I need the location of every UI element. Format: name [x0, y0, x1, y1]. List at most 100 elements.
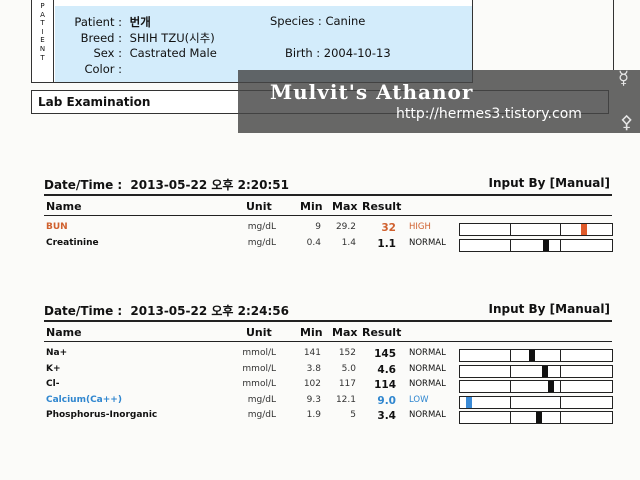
test-name: BUN: [46, 222, 68, 232]
result-row: BUN mg/dL 9 29.2 32 HIGH: [44, 222, 613, 237]
sex-label: Sex :: [93, 46, 122, 60]
gauge-divider: [510, 365, 511, 377]
header-name: Name: [46, 200, 82, 213]
patient-side-letter: P: [40, 2, 45, 10]
header-max: Max: [332, 326, 358, 339]
test-unit: mmol/L: [242, 348, 276, 358]
test-max: 1.4: [341, 237, 356, 248]
result-row: Calcium(Ca++) mg/dL 9.3 12.1 9.0 LOW: [44, 394, 613, 410]
test-flag: HIGH: [409, 222, 431, 232]
test-result: 3.4: [377, 410, 396, 422]
patient-side-letter: T: [40, 19, 45, 28]
gauge-divider: [560, 350, 561, 361]
test-min: 0.4: [306, 237, 321, 248]
range-gauge: [459, 380, 613, 393]
test-flag: LOW: [409, 394, 429, 405]
header-divider: [44, 341, 612, 342]
test-unit: mg/dL: [247, 394, 276, 405]
result-row: Na+ mmol/L 141 152 145 NORMAL: [44, 348, 613, 363]
patient-side-letter: E: [40, 36, 45, 45]
watermark-url: http://hermes3.tistory.com: [396, 106, 582, 122]
test-min: 9.3: [306, 394, 321, 405]
test-unit: mg/dL: [247, 410, 276, 420]
gauge-divider: [510, 350, 511, 361]
datetime-label: Date/Time :: [44, 178, 123, 192]
patient-side-letter: A: [40, 10, 45, 19]
test-min: 102: [303, 379, 321, 389]
patient-side-label: PATIENT: [32, 0, 54, 82]
input-by: Input By [Manual]: [488, 176, 610, 190]
test-flag: NORMAL: [409, 348, 446, 358]
header-min: Min: [300, 326, 323, 339]
lab-panel-2: Date/Time : 2013-05-22 오후 2:24:56 Input …: [44, 302, 613, 432]
right-frame: [472, 0, 614, 70]
test-result: 32: [381, 222, 396, 234]
test-flag: NORMAL: [409, 363, 446, 374]
gauge-divider: [560, 381, 561, 392]
test-min: 3.8: [306, 363, 321, 374]
range-gauge: [459, 364, 613, 378]
header-unit: Unit: [246, 326, 272, 339]
sex-value: Castrated Male: [129, 46, 217, 60]
gauge-marker: [536, 412, 542, 423]
gauge-divider: [560, 396, 561, 408]
gauge-divider: [510, 412, 511, 423]
test-unit: mg/dL: [247, 237, 276, 248]
gauge-divider: [510, 239, 511, 251]
test-unit: mg/dL: [247, 222, 276, 232]
panel-divider: [44, 194, 612, 196]
header-unit: Unit: [246, 200, 272, 213]
test-result: 114: [374, 379, 396, 391]
range-gauge: [459, 411, 613, 424]
patient-name: 번개: [129, 15, 151, 29]
range-gauge: [459, 238, 613, 252]
test-name: K+: [46, 363, 61, 374]
header-name: Name: [46, 326, 82, 339]
sulfur-symbol-icon: ⚴: [620, 112, 634, 133]
breed-value: SHIH TZU(시추): [129, 31, 215, 45]
gauge-divider: [510, 396, 511, 408]
breed-label: Breed :: [80, 31, 122, 45]
lab-panel-1: Date/Time : 2013-05-22 오후 2:20:51 Input …: [44, 176, 613, 256]
patient-label: Patient :: [74, 15, 122, 29]
test-max: 5.0: [341, 363, 356, 374]
species-value: Canine: [325, 14, 366, 28]
patient-side-letter: T: [40, 53, 45, 62]
test-result: 1.1: [377, 237, 396, 250]
header-result: Result: [362, 200, 402, 213]
gauge-divider: [560, 412, 561, 423]
gauge-divider: [560, 365, 561, 377]
species-label: Species :: [270, 14, 322, 28]
birth-value: 2004-10-13: [323, 46, 391, 60]
gauge-marker: [542, 365, 548, 377]
result-row: Phosphorus-Inorganic mg/dL 1.9 5 3.4 NORMAL: [44, 410, 613, 425]
test-name: Calcium(Ca++): [46, 394, 122, 405]
test-flag: NORMAL: [409, 237, 446, 248]
test-min: 9: [315, 222, 321, 232]
patient-side-letter: N: [39, 44, 46, 53]
birth-label: Birth :: [285, 46, 321, 60]
result-row: Cl-mmol/L 102 117 114 NORMAL: [44, 379, 613, 394]
test-result: 145: [374, 348, 396, 360]
header-result: Result: [362, 326, 402, 339]
range-gauge: [459, 349, 613, 362]
test-name: Na+: [46, 348, 68, 358]
header-divider: [44, 215, 612, 216]
watermark-title: Mulvit's Athanor: [270, 80, 474, 104]
range-gauge: [459, 223, 613, 236]
datetime-value: 2013-05-22 오후 2:24:56: [130, 304, 289, 318]
test-max: 12.1: [335, 394, 356, 405]
gauge-marker: [466, 396, 472, 408]
range-gauge: [459, 395, 613, 409]
test-flag: NORMAL: [409, 379, 446, 389]
gauge-marker: [581, 224, 587, 235]
lab-examination-title: Lab Examination: [38, 95, 151, 109]
gauge-marker: [543, 239, 549, 251]
color-label: Color :: [84, 62, 122, 76]
test-name: Cl-: [46, 379, 60, 389]
datetime-label: Date/Time :: [44, 304, 123, 318]
test-unit: mmol/L: [242, 379, 276, 389]
header-min: Min: [300, 200, 323, 213]
gauge-divider: [560, 239, 561, 251]
test-flag: NORMAL: [409, 410, 446, 420]
